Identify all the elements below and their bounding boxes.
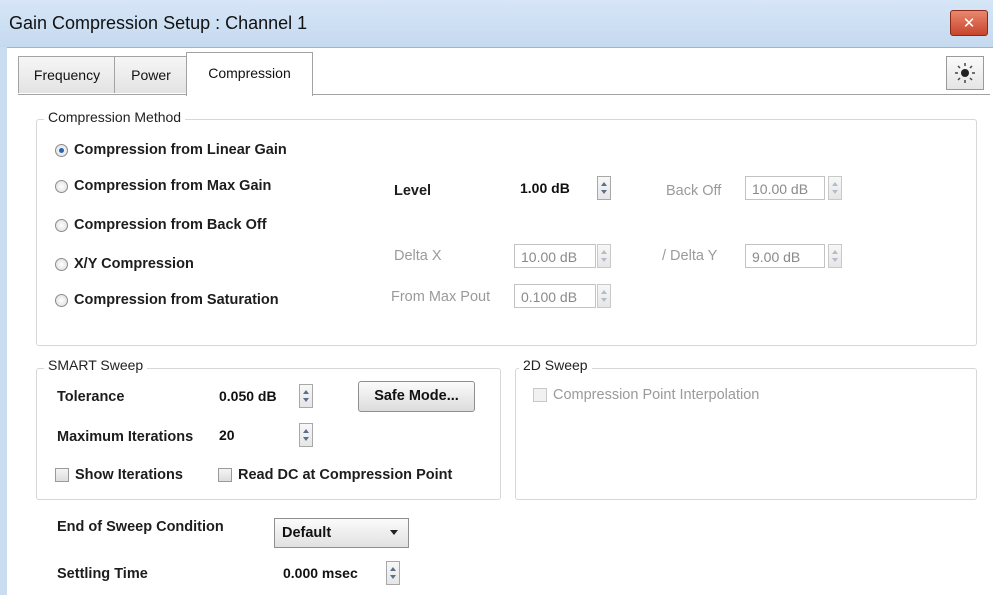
end-of-sweep-value: Default bbox=[282, 525, 332, 541]
tab-power[interactable]: Power bbox=[114, 56, 188, 93]
close-icon: ✕ bbox=[962, 14, 976, 32]
delta-y-spinner[interactable] bbox=[828, 244, 842, 268]
radio-xy-compression[interactable]: X/Y Compression bbox=[55, 256, 194, 272]
max-iterations-label: Maximum Iterations bbox=[57, 429, 194, 445]
compression-method-title: Compression Method bbox=[44, 109, 186, 125]
radio-xy-compression-label: X/Y Compression bbox=[74, 256, 194, 272]
radio-linear-gain[interactable]: Compression from Linear Gain bbox=[55, 142, 287, 158]
end-of-sweep-dropdown[interactable]: Default bbox=[274, 518, 409, 548]
tab-frequency[interactable]: Frequency bbox=[18, 56, 116, 93]
radio-button-selected[interactable] bbox=[55, 143, 68, 157]
radio-back-off[interactable]: Compression from Back Off bbox=[55, 217, 267, 233]
radio-button[interactable] bbox=[55, 218, 68, 232]
level-spinner[interactable] bbox=[597, 176, 611, 200]
radio-max-gain-label: Compression from Max Gain bbox=[74, 178, 272, 194]
from-max-pout-input[interactable]: 0.100 dB bbox=[514, 284, 596, 308]
end-of-sweep-label: End of Sweep Condition bbox=[57, 519, 224, 535]
radio-max-gain[interactable]: Compression from Max Gain bbox=[55, 178, 271, 194]
level-label: Level bbox=[394, 183, 432, 199]
sun-icon bbox=[955, 63, 975, 83]
window-border bbox=[0, 47, 7, 595]
radio-button[interactable] bbox=[55, 179, 68, 193]
tolerance-spinner[interactable] bbox=[299, 384, 313, 408]
chevron-down-icon bbox=[390, 530, 398, 535]
tab-power-label: Power bbox=[131, 67, 171, 83]
settling-time-input[interactable]: 0.000 msec bbox=[277, 561, 381, 585]
delta-y-label: / Delta Y bbox=[662, 248, 718, 264]
checkbox[interactable] bbox=[55, 468, 69, 482]
tolerance-label: Tolerance bbox=[57, 389, 125, 405]
radio-button[interactable] bbox=[55, 257, 68, 271]
tab-compression-label: Compression bbox=[208, 65, 291, 81]
window-title: Gain Compression Setup : Channel 1 bbox=[9, 13, 308, 33]
tab-compression[interactable]: Compression bbox=[186, 52, 313, 96]
max-iterations-input[interactable]: 20 bbox=[213, 423, 295, 447]
checkbox[interactable] bbox=[218, 468, 232, 482]
tab-panel-border bbox=[18, 94, 990, 95]
back-off-spinner[interactable] bbox=[828, 176, 842, 200]
help-button[interactable] bbox=[946, 56, 984, 90]
from-max-pout-label: From Max Pout bbox=[391, 289, 491, 305]
delta-x-spinner[interactable] bbox=[597, 244, 611, 268]
delta-x-label: Delta X bbox=[394, 248, 442, 264]
radio-back-off-label: Compression from Back Off bbox=[74, 217, 267, 233]
show-iterations-label: Show Iterations bbox=[75, 467, 183, 483]
delta-x-input[interactable]: 10.00 dB bbox=[514, 244, 596, 268]
radio-linear-gain-label: Compression from Linear Gain bbox=[74, 142, 287, 158]
interpolation-checkbox[interactable]: Compression Point Interpolation bbox=[533, 387, 759, 403]
close-button[interactable]: ✕ bbox=[950, 10, 988, 36]
settling-time-spinner[interactable] bbox=[386, 561, 400, 585]
tab-frequency-label: Frequency bbox=[33, 67, 101, 83]
from-max-pout-spinner[interactable] bbox=[597, 284, 611, 308]
checkbox[interactable] bbox=[533, 388, 547, 402]
back-off-label: Back Off bbox=[666, 183, 722, 199]
radio-saturation[interactable]: Compression from Saturation bbox=[55, 292, 279, 308]
radio-button[interactable] bbox=[55, 293, 68, 307]
interpolation-label: Compression Point Interpolation bbox=[553, 387, 760, 403]
read-dc-checkbox[interactable]: Read DC at Compression Point bbox=[218, 467, 452, 483]
back-off-input[interactable]: 10.00 dB bbox=[745, 176, 825, 200]
sweep-2d-title: 2D Sweep bbox=[519, 357, 592, 373]
safe-mode-button[interactable]: Safe Mode... bbox=[358, 381, 475, 412]
radio-saturation-label: Compression from Saturation bbox=[74, 292, 279, 308]
tolerance-input[interactable]: 0.050 dB bbox=[213, 384, 295, 408]
max-iterations-spinner[interactable] bbox=[299, 423, 313, 447]
level-input[interactable]: 1.00 dB bbox=[514, 176, 596, 200]
delta-y-input[interactable]: 9.00 dB bbox=[745, 244, 825, 268]
smart-sweep-title: SMART Sweep bbox=[44, 357, 148, 373]
settling-time-label: Settling Time bbox=[57, 566, 148, 582]
show-iterations-checkbox[interactable]: Show Iterations bbox=[55, 467, 183, 483]
read-dc-label: Read DC at Compression Point bbox=[238, 467, 453, 483]
title-bar: Gain Compression Setup : Channel 1 ✕ bbox=[0, 0, 993, 48]
